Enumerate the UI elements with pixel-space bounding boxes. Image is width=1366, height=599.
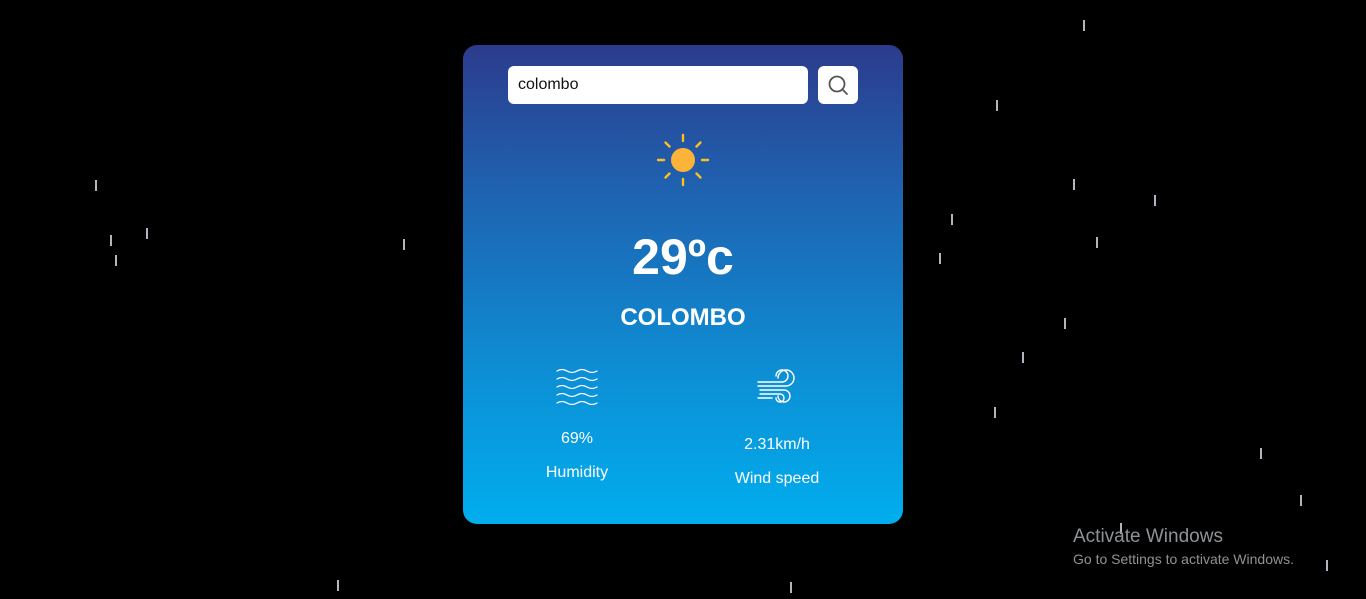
raindrop xyxy=(403,239,405,250)
raindrop xyxy=(1154,195,1156,206)
humidity-waves-icon xyxy=(507,363,647,409)
wind-detail: 2.31km/h Wind speed xyxy=(707,363,847,489)
raindrop xyxy=(1096,237,1098,248)
humidity-label: Humidity xyxy=(545,464,609,481)
humidity-detail: 69% Humidity xyxy=(507,363,647,483)
raindrop xyxy=(337,580,339,591)
raindrop xyxy=(994,407,996,418)
search-input[interactable] xyxy=(508,66,808,104)
wind-speed-label: Wind speed xyxy=(734,470,820,487)
raindrop xyxy=(790,582,792,593)
raindrop xyxy=(110,235,112,246)
wind-icon xyxy=(707,365,847,411)
search-bar xyxy=(508,66,858,104)
search-icon xyxy=(828,75,848,95)
raindrop xyxy=(996,100,998,111)
wind-speed-value: 2.31km/h xyxy=(744,436,810,453)
raindrop xyxy=(1260,448,1262,459)
watermark-subtitle: Go to Settings to activate Windows. xyxy=(1073,551,1294,567)
page-background: 29ºc COLOMBO 69% Humidity xyxy=(0,0,1366,599)
raindrop xyxy=(1064,318,1066,329)
raindrop xyxy=(1073,179,1075,190)
activate-windows-watermark: Activate Windows Go to Settings to activ… xyxy=(1073,526,1294,569)
raindrop xyxy=(1300,495,1302,506)
raindrop xyxy=(1022,352,1024,363)
weather-card: 29ºc COLOMBO 69% Humidity xyxy=(463,45,903,524)
raindrop xyxy=(1326,560,1328,571)
temperature-value: 29ºc xyxy=(632,229,734,285)
search-button[interactable] xyxy=(818,66,858,104)
city-name: COLOMBO xyxy=(620,304,746,331)
raindrop xyxy=(115,255,117,266)
sun-icon xyxy=(656,133,710,187)
humidity-value: 69% xyxy=(560,430,594,447)
watermark-title: Activate Windows xyxy=(1073,526,1223,547)
raindrop xyxy=(1083,20,1085,31)
raindrop xyxy=(95,180,97,191)
raindrop xyxy=(146,228,148,239)
raindrop xyxy=(951,214,953,225)
raindrop xyxy=(939,253,941,264)
